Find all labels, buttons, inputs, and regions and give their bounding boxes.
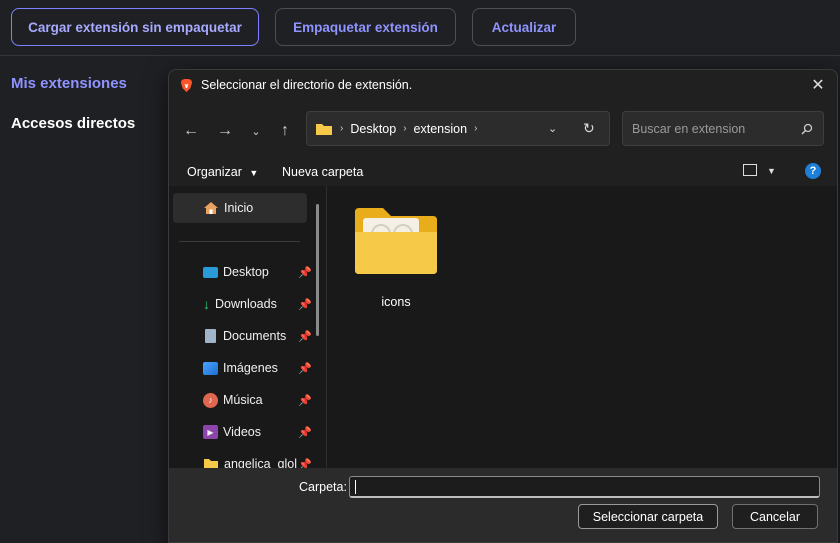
select-folder-button[interactable]: Seleccionar carpeta	[578, 504, 718, 529]
dialog-body: Inicio Desktop 📌 ↓ Downloads 📌 Documents…	[169, 186, 837, 468]
home-icon	[204, 202, 218, 214]
pack-extension-button[interactable]: Empaquetar extensión	[275, 8, 456, 46]
sidebar-item-my-extensions[interactable]: Mis extensiones	[11, 75, 127, 92]
navigation-bar: ← → ⌄ ↑ › Desktop › extension › ⌄ ↻ Busc…	[169, 100, 837, 158]
dialog-titlebar: Seleccionar el directorio de extensión. …	[169, 70, 837, 100]
pin-icon: 📌	[298, 330, 312, 343]
organize-menu[interactable]: Organizar ▼	[187, 165, 258, 179]
desktop-icon	[203, 266, 218, 278]
document-icon	[205, 329, 216, 343]
folder-label: Carpeta:	[299, 480, 347, 494]
folder-icon	[355, 208, 437, 274]
command-bar: Organizar ▼ Nueva carpeta ▼ ?	[169, 158, 837, 188]
nav-label: Downloads	[215, 297, 277, 311]
refresh-icon[interactable]: ↻	[583, 120, 595, 137]
brave-logo-icon	[180, 78, 193, 92]
nav-item-downloads[interactable]: ↓ Downloads 📌	[173, 289, 312, 319]
update-button[interactable]: Actualizar	[472, 8, 576, 46]
dropdown-caret-icon: ▼	[249, 168, 259, 178]
nav-item-documents[interactable]: Documents 📌	[173, 321, 312, 351]
folder-icon	[204, 458, 218, 468]
nav-item-desktop[interactable]: Desktop 📌	[173, 257, 312, 287]
chevron-down-icon[interactable]: ⌄	[548, 122, 557, 135]
breadcrumb-desktop[interactable]: Desktop	[350, 122, 396, 136]
pictures-icon	[203, 361, 218, 375]
nav-item-music[interactable]: ♪ Música 📌	[173, 385, 312, 415]
back-arrow-icon[interactable]: ←	[180, 120, 202, 142]
dialog-footer: Carpeta: Seleccionar carpeta Cancelar	[169, 468, 837, 542]
view-dropdown-icon[interactable]: ▼	[767, 166, 776, 176]
nav-label: Inicio	[224, 201, 254, 215]
chevron-right-icon: ›	[340, 123, 344, 134]
nav-label: Desktop	[223, 265, 269, 279]
nav-label: Documents	[223, 329, 287, 343]
close-icon[interactable]: ✕	[809, 76, 827, 94]
nav-label: Música	[223, 393, 263, 407]
nav-item-pictures[interactable]: Imágenes 📌	[173, 353, 312, 383]
scrollbar[interactable]	[316, 204, 319, 336]
cancel-button[interactable]: Cancelar	[732, 504, 818, 529]
search-icon	[801, 123, 813, 135]
pin-icon: 📌	[298, 394, 312, 407]
search-input[interactable]: Buscar en extension	[622, 111, 824, 146]
address-bar[interactable]: › Desktop › extension › ⌄ ↻	[306, 111, 610, 146]
chevron-right-icon: ›	[474, 123, 478, 134]
view-toggle-icon[interactable]	[743, 164, 757, 176]
file-name: icons	[381, 295, 411, 309]
folder-icon	[316, 123, 332, 135]
sidebar-item-shortcuts[interactable]: Accesos directos	[11, 115, 135, 132]
organize-label: Organizar	[187, 165, 242, 179]
nav-item-home[interactable]: Inicio	[173, 193, 307, 223]
select-directory-dialog: Seleccionar el directorio de extensión. …	[168, 69, 838, 543]
help-icon[interactable]: ?	[805, 163, 821, 179]
pin-icon: 📌	[298, 266, 312, 279]
nav-item-user-folder[interactable]: angelica_glol 📌	[173, 449, 312, 468]
navigation-pane: Inicio Desktop 📌 ↓ Downloads 📌 Documents…	[169, 186, 327, 468]
nav-divider	[179, 241, 300, 242]
chevron-right-icon: ›	[403, 123, 407, 134]
new-folder-button[interactable]: Nueva carpeta	[282, 165, 363, 179]
pin-icon: 📌	[298, 362, 312, 375]
load-unpacked-button[interactable]: Cargar extensión sin empaquetar	[11, 8, 259, 46]
music-icon: ♪	[203, 392, 218, 408]
pin-icon: 📌	[298, 426, 312, 439]
nav-label: Videos	[223, 425, 261, 439]
download-icon: ↓	[203, 296, 210, 312]
recent-locations-chevron-icon[interactable]: ⌄	[245, 120, 267, 142]
search-placeholder: Buscar en extension	[632, 121, 746, 136]
breadcrumb-extension[interactable]: extension	[414, 122, 468, 136]
up-arrow-icon[interactable]: ↑	[274, 120, 296, 142]
pin-icon: 📌	[298, 458, 312, 469]
nav-label: Imágenes	[223, 361, 278, 375]
file-item-icons[interactable]: icons	[353, 206, 441, 316]
folder-input[interactable]	[349, 476, 820, 498]
videos-icon: ▶	[203, 425, 218, 439]
pin-icon: 📌	[298, 298, 312, 311]
nav-label: angelica_glol	[224, 457, 297, 468]
forward-arrow-icon[interactable]: →	[214, 120, 236, 142]
dialog-title: Seleccionar el directorio de extensión.	[201, 78, 413, 92]
nav-item-videos[interactable]: ▶ Videos 📌	[173, 417, 312, 447]
text-caret	[355, 480, 356, 494]
extensions-toolbar: Cargar extensión sin empaquetar Empaquet…	[0, 0, 840, 56]
